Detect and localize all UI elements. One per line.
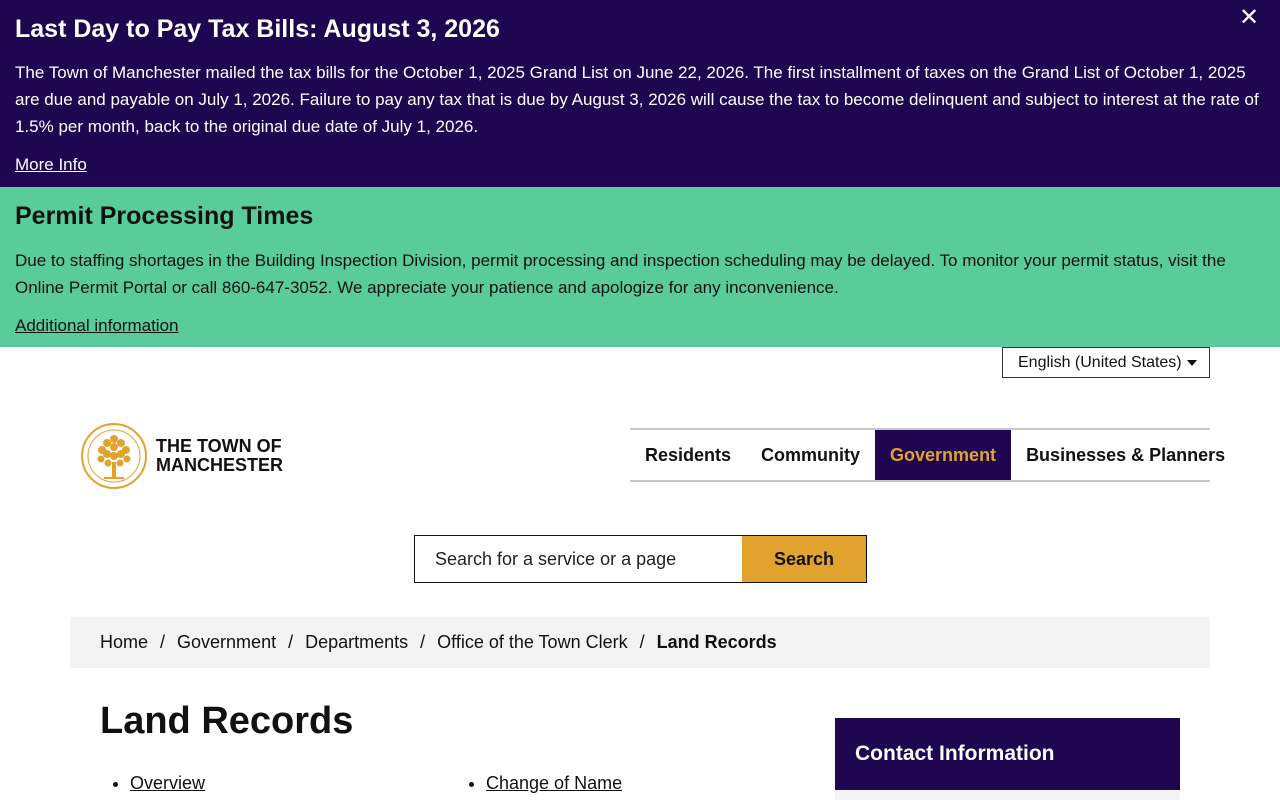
page-links-left: Overview	[100, 770, 205, 796]
breadcrumb-departments[interactable]: Departments	[305, 632, 408, 653]
nav-item-businesses-planners[interactable]: Businesses & Planners	[1011, 430, 1240, 480]
language-selected-value: English (United States)	[1018, 354, 1182, 371]
overview-link[interactable]: Overview	[130, 773, 205, 793]
tax-alert-more-info-link[interactable]: More Info	[15, 154, 87, 176]
logo-line-1: THE TOWN OF	[156, 436, 282, 456]
search-bar: Search	[414, 535, 867, 583]
breadcrumb-home[interactable]: Home	[100, 632, 148, 653]
list-item: Overview	[130, 770, 205, 796]
tax-alert-title: Last Day to Pay Tax Bills: August 3, 202…	[15, 15, 500, 43]
tax-alert-text: The Town of Manchester mailed the tax bi…	[15, 63, 1259, 136]
breadcrumb-current: Land Records	[656, 632, 777, 652]
site-logo[interactable]: THE TOWN OF MANCHESTER	[80, 421, 290, 491]
nav-item-community[interactable]: Community	[746, 430, 875, 480]
contact-information-body	[835, 790, 1180, 800]
tax-alert-banner: Last Day to Pay Tax Bills: August 3, 202…	[0, 0, 1280, 187]
caret-down-icon	[1187, 360, 1197, 366]
main-nav: Residents Community Government Businesse…	[630, 428, 1225, 482]
search-input[interactable]	[415, 536, 742, 582]
search-button[interactable]: Search	[742, 536, 866, 582]
permit-alert-additional-info-link[interactable]: Additional information	[15, 315, 178, 337]
permit-alert-title: Permit Processing Times	[15, 202, 314, 230]
page-links-right: Change of Name	[456, 770, 622, 796]
breadcrumb: Home / Government / Departments / Office…	[70, 617, 1210, 668]
breadcrumb-separator: /	[160, 632, 166, 652]
nav-item-government[interactable]: Government	[875, 430, 1012, 480]
logo-line-2: MANCHESTER	[156, 455, 284, 475]
list-item: Change of Name	[486, 770, 622, 796]
permit-alert-text: Due to staffing shortages in the Buildin…	[15, 251, 1226, 297]
close-icon[interactable]: ✕	[1236, 5, 1262, 31]
permit-alert-banner: Permit Processing Times Due to staffing …	[0, 187, 1280, 347]
change-of-name-link[interactable]: Change of Name	[486, 773, 622, 793]
breadcrumb-government[interactable]: Government	[177, 632, 276, 653]
logo-text: THE TOWN OF MANCHESTER	[156, 437, 283, 475]
breadcrumb-town-clerk[interactable]: Office of the Town Clerk	[437, 632, 627, 653]
tree-seal-icon	[81, 423, 147, 489]
page-title: Land Records	[100, 700, 354, 742]
nav-item-residents[interactable]: Residents	[630, 430, 746, 480]
contact-information-header: Contact Information	[835, 718, 1180, 790]
language-select[interactable]: English (United States)	[1002, 347, 1210, 378]
breadcrumb-separator: /	[288, 632, 294, 652]
breadcrumb-separator: /	[420, 632, 426, 652]
breadcrumb-separator: /	[639, 632, 645, 652]
